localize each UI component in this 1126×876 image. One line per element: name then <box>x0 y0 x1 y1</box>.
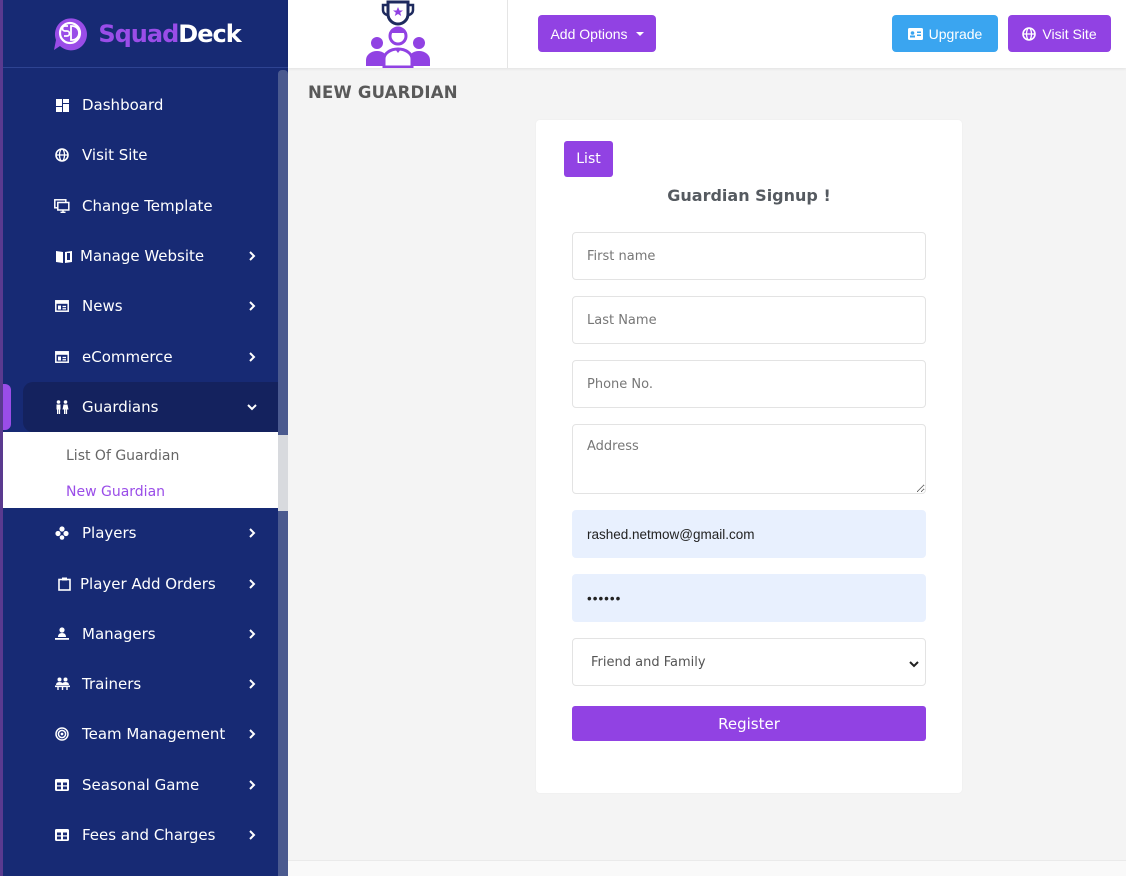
brand-name-part1: Squad <box>98 19 179 48</box>
sidebar-item-dashboard[interactable]: Dashboard <box>3 80 281 130</box>
sidebar-item-label: Player Add Orders <box>80 574 216 593</box>
form-title: Guardian Signup ! <box>667 186 831 205</box>
guardian-signup-card: List Guardian Signup ! Friend and Family… <box>536 120 962 793</box>
puzzle-icon <box>53 524 71 542</box>
book-icon <box>55 247 73 265</box>
dashboard-icon <box>53 96 71 114</box>
brand-name-part2: Deck <box>178 19 241 48</box>
upgrade-button[interactable]: Upgrade <box>892 15 998 52</box>
add-options-button[interactable]: Add Options <box>538 15 656 52</box>
newspaper-icon <box>53 297 71 315</box>
submenu-item-new-guardian[interactable]: New Guardian <box>3 474 281 510</box>
clipboard-icon <box>55 575 73 593</box>
globe-icon <box>53 146 71 164</box>
submenu-item-list-of-guardian[interactable]: List Of Guardian <box>3 438 281 474</box>
trophy-team-icon <box>365 0 430 68</box>
chevron-right-icon <box>247 779 257 790</box>
sidebar-item-trainers[interactable]: Trainers <box>3 659 281 709</box>
sidebar-item-label: Manage Website <box>80 247 205 266</box>
sidebar-nav: Dashboard Visit Site Change Template Man… <box>3 80 281 860</box>
last-name-input[interactable] <box>572 296 926 344</box>
caret-down-icon <box>635 31 644 36</box>
chevron-right-icon <box>247 351 257 362</box>
chevron-right-icon <box>247 251 257 261</box>
manager-icon <box>53 625 71 643</box>
list-button[interactable]: List <box>564 141 613 177</box>
relation-select[interactable]: Friend and Family <box>572 638 926 686</box>
visit-site-button[interactable]: Visit Site <box>1008 15 1111 52</box>
chevron-right-icon <box>247 528 257 538</box>
squaddeck-logo-icon <box>54 17 88 50</box>
table-icon <box>53 826 71 844</box>
first-name-input[interactable] <box>572 232 926 280</box>
add-options-label: Add Options <box>550 25 628 42</box>
sidebar-item-ecommerce[interactable]: eCommerce <box>3 331 281 381</box>
sidebar-item-news[interactable]: News <box>3 281 281 331</box>
visit-site-label: Visit Site <box>1042 25 1097 42</box>
relation-selected-value: Friend and Family <box>591 654 706 670</box>
sidebar-item-label: Players <box>82 524 137 543</box>
sidebar-scrollbar[interactable] <box>278 70 288 876</box>
sidebar-item-change-template[interactable]: Change Template <box>3 181 281 231</box>
chevron-right-icon <box>247 578 257 589</box>
sidebar-item-label: News <box>82 297 123 316</box>
table-icon <box>53 776 71 794</box>
sidebar-item-players[interactable]: Players <box>3 508 281 558</box>
sidebar-item-label: Guardians <box>82 397 159 416</box>
sidebar-item-manage-website[interactable]: Manage Website <box>3 231 281 281</box>
sidebar-item-team-management[interactable]: Team Management <box>3 709 281 759</box>
footer <box>288 860 1126 876</box>
chevron-right-icon <box>247 301 257 312</box>
target-icon <box>53 725 71 743</box>
sidebar: SquadDeck Dashboard Visit Site Change Te… <box>0 0 288 876</box>
page-title: NEW GUARDIAN <box>308 83 458 102</box>
brand-logo[interactable]: SquadDeck <box>50 16 242 52</box>
sidebar-item-label: eCommerce <box>82 347 173 366</box>
sidebar-item-label: Trainers <box>82 675 142 694</box>
group-icon <box>53 675 71 693</box>
sidebar-item-label: Change Template <box>82 196 213 215</box>
address-textarea[interactable] <box>572 424 926 494</box>
email-input[interactable] <box>572 510 926 558</box>
globe-icon <box>1022 26 1037 41</box>
header-logo <box>288 0 508 68</box>
newspaper-icon <box>53 348 71 366</box>
sidebar-item-fees-and-charges[interactable]: Fees and Charges <box>3 810 281 860</box>
sidebar-item-label: Dashboard <box>82 96 164 115</box>
guardians-submenu: List Of Guardian New Guardian <box>3 432 281 510</box>
chevron-right-icon <box>247 830 257 840</box>
sidebar-item-managers[interactable]: Managers <box>3 609 281 659</box>
password-input[interactable] <box>572 574 926 622</box>
sidebar-item-label: Seasonal Game <box>82 775 200 794</box>
chevron-right-icon <box>247 679 257 689</box>
sidebar-item-player-add-orders[interactable]: Player Add Orders <box>3 558 281 608</box>
sidebar-item-guardians[interactable]: Guardians <box>23 381 281 433</box>
monitor-icon <box>53 197 71 215</box>
sidebar-scrollbar-segment <box>278 435 288 511</box>
restroom-icon <box>53 398 71 416</box>
chevron-down-icon <box>247 402 257 412</box>
sidebar-item-visit-site[interactable]: Visit Site <box>3 130 281 180</box>
brand-name: SquadDeck <box>98 19 241 48</box>
chevron-right-icon <box>247 729 257 740</box>
chevron-down-icon <box>909 657 919 672</box>
top-header: Add Options Upgrade Visit Site <box>288 0 1126 68</box>
chevron-right-icon <box>247 629 257 639</box>
logo-area: SquadDeck <box>3 0 288 68</box>
phone-input[interactable] <box>572 360 926 408</box>
id-card-icon <box>907 27 923 40</box>
register-button[interactable]: Register <box>572 706 926 741</box>
sidebar-item-label: Fees and Charges <box>82 826 216 844</box>
upgrade-label: Upgrade <box>928 25 983 42</box>
sidebar-item-label: Managers <box>82 624 156 643</box>
sidebar-item-seasonal-game[interactable]: Seasonal Game <box>3 760 281 810</box>
sidebar-item-label: Visit Site <box>82 146 148 165</box>
sidebar-item-label: Team Management <box>82 725 226 744</box>
